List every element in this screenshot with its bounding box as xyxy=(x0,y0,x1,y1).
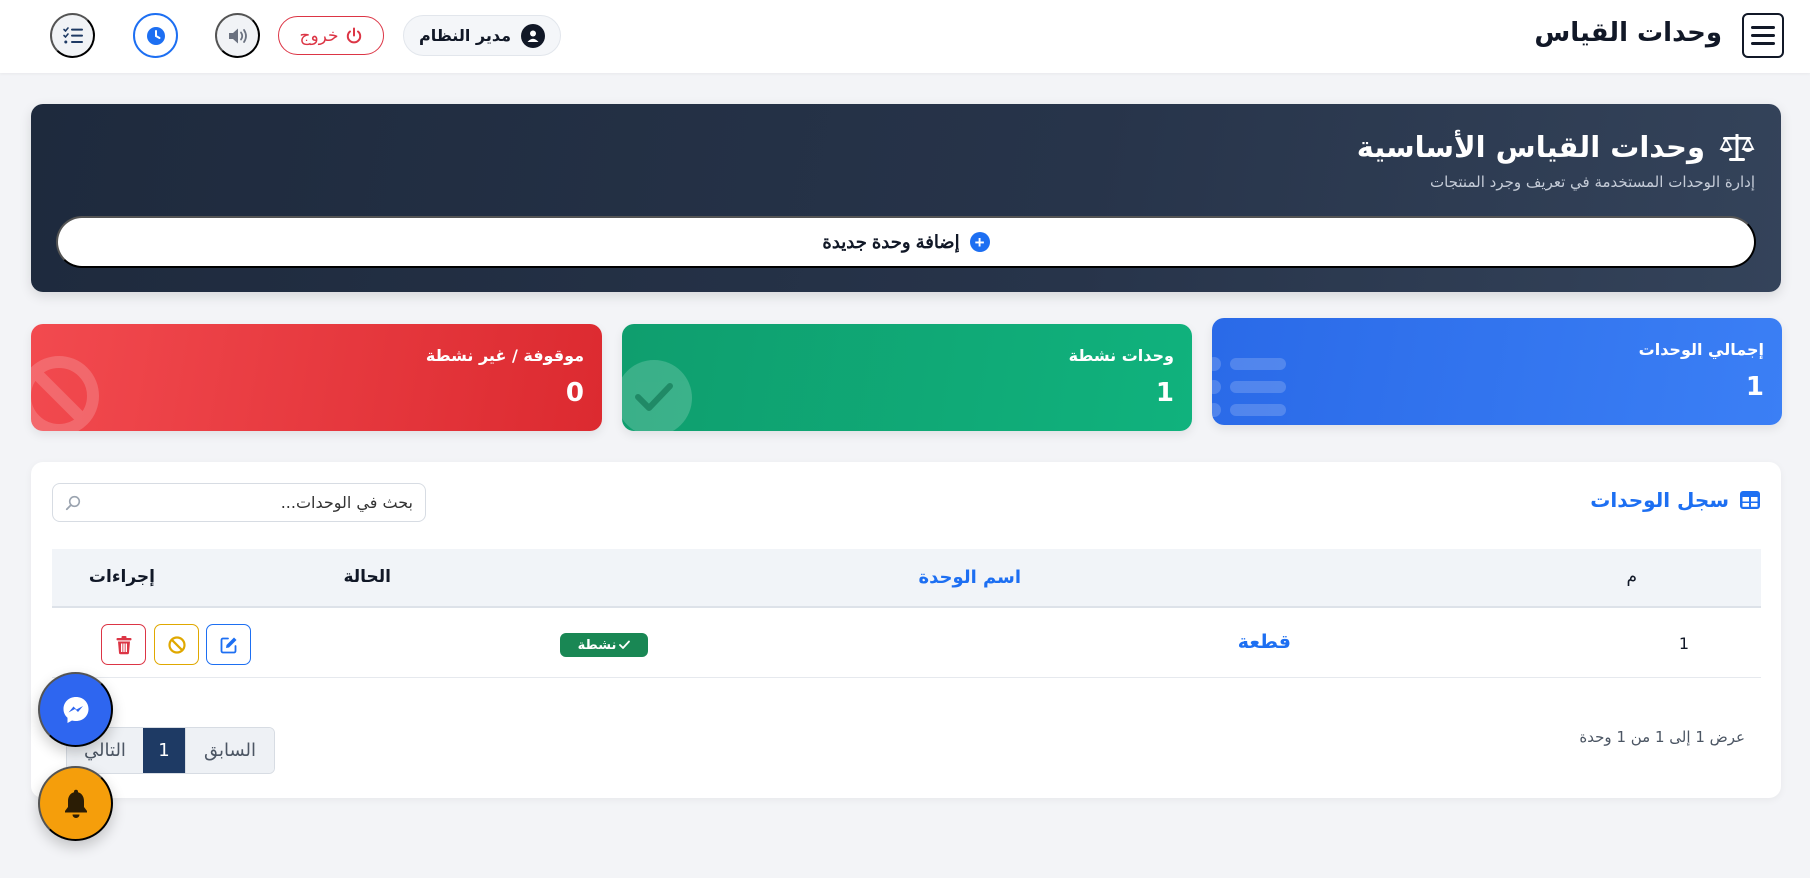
deactivate-button[interactable] xyxy=(154,624,199,665)
search-box xyxy=(52,483,426,522)
column-header-status: الحالة xyxy=(343,567,391,587)
units-table-card: سجل الوحدات م اسم الوحدة الحالة إجراءات … xyxy=(31,462,1781,798)
add-unit-button[interactable]: + إضافة وحدة جديدة xyxy=(56,216,1756,268)
sound-toggle-button[interactable] xyxy=(215,13,260,58)
units-table-title-text: سجل الوحدات xyxy=(1590,488,1729,512)
search-input[interactable] xyxy=(87,493,413,512)
hero-subtitle: إدارة الوحدات المستخدمة في تعريف وجرد ال… xyxy=(1430,173,1755,191)
column-header-actions: إجراءات xyxy=(88,567,155,587)
status-badge: نشطة xyxy=(560,633,648,657)
table-row: 1 قطعة نشطة xyxy=(52,610,1761,678)
table-header: م اسم الوحدة الحالة إجراءات xyxy=(52,549,1761,608)
list-check-icon xyxy=(62,26,83,43)
status-badge-label: نشطة xyxy=(577,637,617,653)
ban-icon xyxy=(31,356,99,431)
pagination-summary: عرض 1 إلى 1 من 1 وحدة xyxy=(1579,728,1745,746)
previous-page-button[interactable]: السابق xyxy=(185,728,274,773)
trash-icon xyxy=(116,635,131,654)
edit-icon xyxy=(220,637,236,653)
hero-banner: وحدات القياس الأساسية إدارة الوحدات المس… xyxy=(31,104,1781,292)
stat-active-label: وحدات نشطة xyxy=(1068,346,1174,365)
list-icon xyxy=(1212,357,1286,417)
edit-button[interactable] xyxy=(206,624,251,665)
stat-total-value: 1 xyxy=(1745,372,1764,402)
row-num: 1 xyxy=(1678,634,1689,653)
speaker-icon xyxy=(228,28,247,43)
tasks-list-button[interactable] xyxy=(50,13,95,58)
column-header-num: م xyxy=(1626,567,1637,587)
user-menu-button[interactable]: مدير النظام xyxy=(403,15,561,56)
power-icon xyxy=(346,27,361,43)
stat-card-stopped: موقوفة / غير نشطة 0 xyxy=(31,324,602,431)
clock-button[interactable] xyxy=(133,13,178,58)
menu-icon-line xyxy=(1751,42,1775,45)
table-icon xyxy=(1740,491,1760,509)
search-icon xyxy=(65,495,81,510)
page-title: وحدات القياس xyxy=(1534,18,1722,48)
user-circle-icon xyxy=(521,23,546,48)
messenger-icon xyxy=(63,696,88,723)
units-table-title: سجل الوحدات xyxy=(1590,488,1761,512)
row-unit-name[interactable]: قطعة xyxy=(1238,631,1291,653)
check-icon xyxy=(619,640,631,649)
page-number-current[interactable]: 1 xyxy=(143,728,185,773)
stat-stopped-label: موقوفة / غير نشطة xyxy=(425,346,584,365)
stat-card-total: إجمالي الوحدات 1 xyxy=(1212,318,1782,425)
column-header-name[interactable]: اسم الوحدة xyxy=(919,567,1021,588)
plus-circle-icon: + xyxy=(969,232,990,252)
stat-total-label: إجمالي الوحدات xyxy=(1638,340,1764,359)
delete-button[interactable] xyxy=(101,624,146,665)
messenger-button[interactable] xyxy=(38,672,113,747)
ban-icon xyxy=(167,635,186,654)
balance-scale-icon xyxy=(1719,134,1755,161)
logout-label: خروج xyxy=(299,25,339,45)
stat-card-active: وحدات نشطة 1 xyxy=(622,324,1192,431)
menu-toggle-button[interactable] xyxy=(1742,13,1784,58)
bell-icon xyxy=(64,789,87,818)
check-icon xyxy=(635,383,673,411)
menu-icon-line xyxy=(1751,26,1775,29)
notifications-button[interactable] xyxy=(38,766,113,841)
stat-stopped-value: 0 xyxy=(565,378,584,408)
add-unit-label: إضافة وحدة جديدة xyxy=(822,231,960,252)
hero-title: وحدات القياس الأساسية xyxy=(1356,130,1705,164)
user-name-label: مدير النظام xyxy=(418,26,512,45)
top-bar: وحدات القياس مدير النظام خروج xyxy=(0,0,1810,73)
hero-title-row: وحدات القياس الأساسية xyxy=(1357,130,1755,164)
logout-button[interactable]: خروج xyxy=(278,16,384,55)
stat-active-value: 1 xyxy=(1155,378,1174,408)
clock-icon xyxy=(146,26,165,45)
menu-icon-line xyxy=(1751,34,1775,37)
